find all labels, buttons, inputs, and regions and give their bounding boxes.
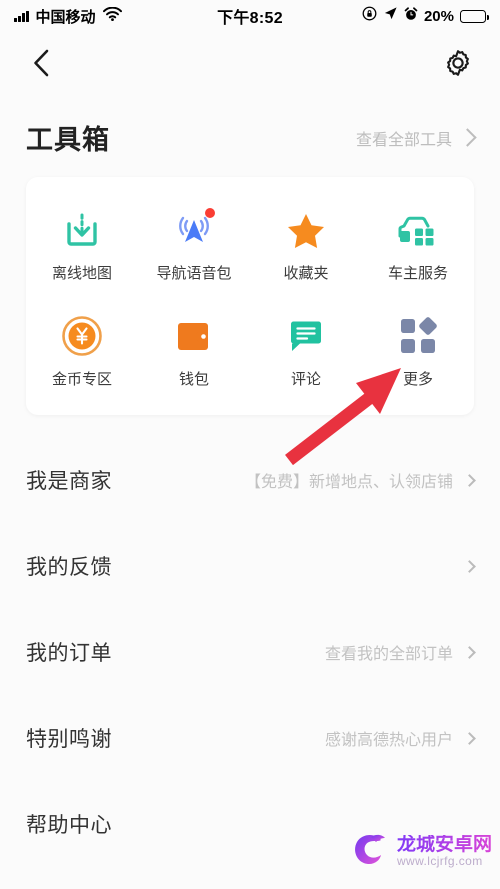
list-item-title: 我的反馈 xyxy=(26,556,112,579)
tools-row-2: 金币专区 钱包 评论 更多 xyxy=(26,305,474,397)
list-item-merchant[interactable]: 我是商家 【免费】新增地点、认领店铺 xyxy=(0,437,500,523)
list-item-title: 我的订单 xyxy=(26,642,112,665)
tool-item-navigation-voice[interactable]: 导航语音包 xyxy=(138,199,250,291)
list-item-right xyxy=(453,559,476,573)
tool-label: 导航语音包 xyxy=(156,265,232,282)
list-item-title: 帮助中心 xyxy=(26,814,112,837)
status-bar: 中国移动 下午8:52 20% xyxy=(0,0,500,32)
more-grid-icon xyxy=(395,313,441,359)
list-item-subtitle: 感谢高德热心用户 xyxy=(324,732,453,749)
notification-dot-badge xyxy=(205,208,215,218)
battery-icon xyxy=(460,9,490,23)
tool-label: 车主服务 xyxy=(387,265,448,282)
gear-icon xyxy=(447,50,469,76)
tool-label: 钱包 xyxy=(178,371,209,388)
tool-label: 金币专区 xyxy=(51,371,112,388)
tools-card: 离线地图 导航语音包 收藏夹 车主服务 金币专区 钱包 评论 更多 xyxy=(26,177,474,415)
chevron-right-icon xyxy=(463,473,476,487)
chevron-right-icon xyxy=(463,731,476,745)
page-title: 工具箱 xyxy=(26,125,110,155)
tool-item-comment[interactable]: 评论 xyxy=(250,305,362,397)
see-all-tools-label: 查看全部工具 xyxy=(355,131,452,149)
chevron-right-icon xyxy=(463,645,476,659)
watermark: 龙城安卓网 www.lcjrfg.com xyxy=(349,828,492,875)
rotation-lock-icon xyxy=(362,6,377,26)
nav-bar xyxy=(0,32,500,94)
tool-label: 收藏夹 xyxy=(283,265,329,282)
status-bar-right: 20% xyxy=(362,6,490,26)
tool-item-gold-coin[interactable]: 金币专区 xyxy=(26,305,138,397)
navigation-voice-icon xyxy=(171,207,217,253)
see-all-tools-link[interactable]: 查看全部工具 xyxy=(355,126,477,150)
chevron-right-icon xyxy=(458,128,477,147)
list-item-subtitle: 查看我的全部订单 xyxy=(324,646,453,663)
star-favorites-icon xyxy=(283,207,329,253)
comment-bubble-icon xyxy=(283,313,329,359)
alarm-clock-icon xyxy=(404,6,418,26)
tool-item-wallet[interactable]: 钱包 xyxy=(138,305,250,397)
dragon-c-logo xyxy=(349,828,391,875)
tools-row-1: 离线地图 导航语音包 收藏夹 车主服务 xyxy=(26,199,474,291)
tool-label: 离线地图 xyxy=(51,265,112,282)
list-item-right: 查看我的全部订单 xyxy=(324,640,476,664)
wallet-icon xyxy=(171,313,217,359)
toolbox-header: 工具箱 查看全部工具 xyxy=(0,94,500,177)
tool-label: 更多 xyxy=(402,371,433,388)
gold-coin-icon xyxy=(59,313,105,359)
car-service-icon xyxy=(395,207,441,253)
list-item-feedback[interactable]: 我的反馈 xyxy=(0,523,500,609)
list-item-orders[interactable]: 我的订单 查看我的全部订单 xyxy=(0,609,500,695)
tool-item-favorites[interactable]: 收藏夹 xyxy=(250,199,362,291)
tool-item-car-service[interactable]: 车主服务 xyxy=(362,199,474,291)
location-arrow-icon xyxy=(383,6,398,26)
list-item-right: 【免费】新增地点、认领店铺 xyxy=(244,468,476,492)
chevron-left-icon xyxy=(34,49,49,77)
back-button[interactable] xyxy=(24,46,58,80)
tool-label: 评论 xyxy=(290,371,321,388)
watermark-site-name: 龙城安卓网 xyxy=(396,834,492,856)
offline-map-download-icon xyxy=(59,207,105,253)
watermark-text: 龙城安卓网 www.lcjrfg.com xyxy=(397,835,492,868)
list-item-special-thanks[interactable]: 特别鸣谢 感谢高德热心用户 xyxy=(0,695,500,781)
tool-item-more[interactable]: 更多 xyxy=(362,305,474,397)
watermark-site-url: www.lcjrfg.com xyxy=(396,854,483,869)
list-item-title: 我是商家 xyxy=(26,470,112,493)
list-item-title: 特别鸣谢 xyxy=(26,728,112,751)
tool-item-offline-map[interactable]: 离线地图 xyxy=(26,199,138,291)
settings-button[interactable] xyxy=(440,45,476,81)
battery-percent-label: 20% xyxy=(423,7,454,25)
menu-list: 我是商家 【免费】新增地点、认领店铺 我的反馈 我的订单 查看我的全部订单 特别… xyxy=(0,437,500,867)
app-screen: 中国移动 下午8:52 20% 工具箱 查看全部工具 离线地图 导航语音包 收藏… xyxy=(0,0,500,889)
list-item-subtitle: 【免费】新增地点、认领店铺 xyxy=(244,474,453,491)
list-item-right: 感谢高德热心用户 xyxy=(324,726,476,750)
chevron-right-icon xyxy=(463,559,476,573)
